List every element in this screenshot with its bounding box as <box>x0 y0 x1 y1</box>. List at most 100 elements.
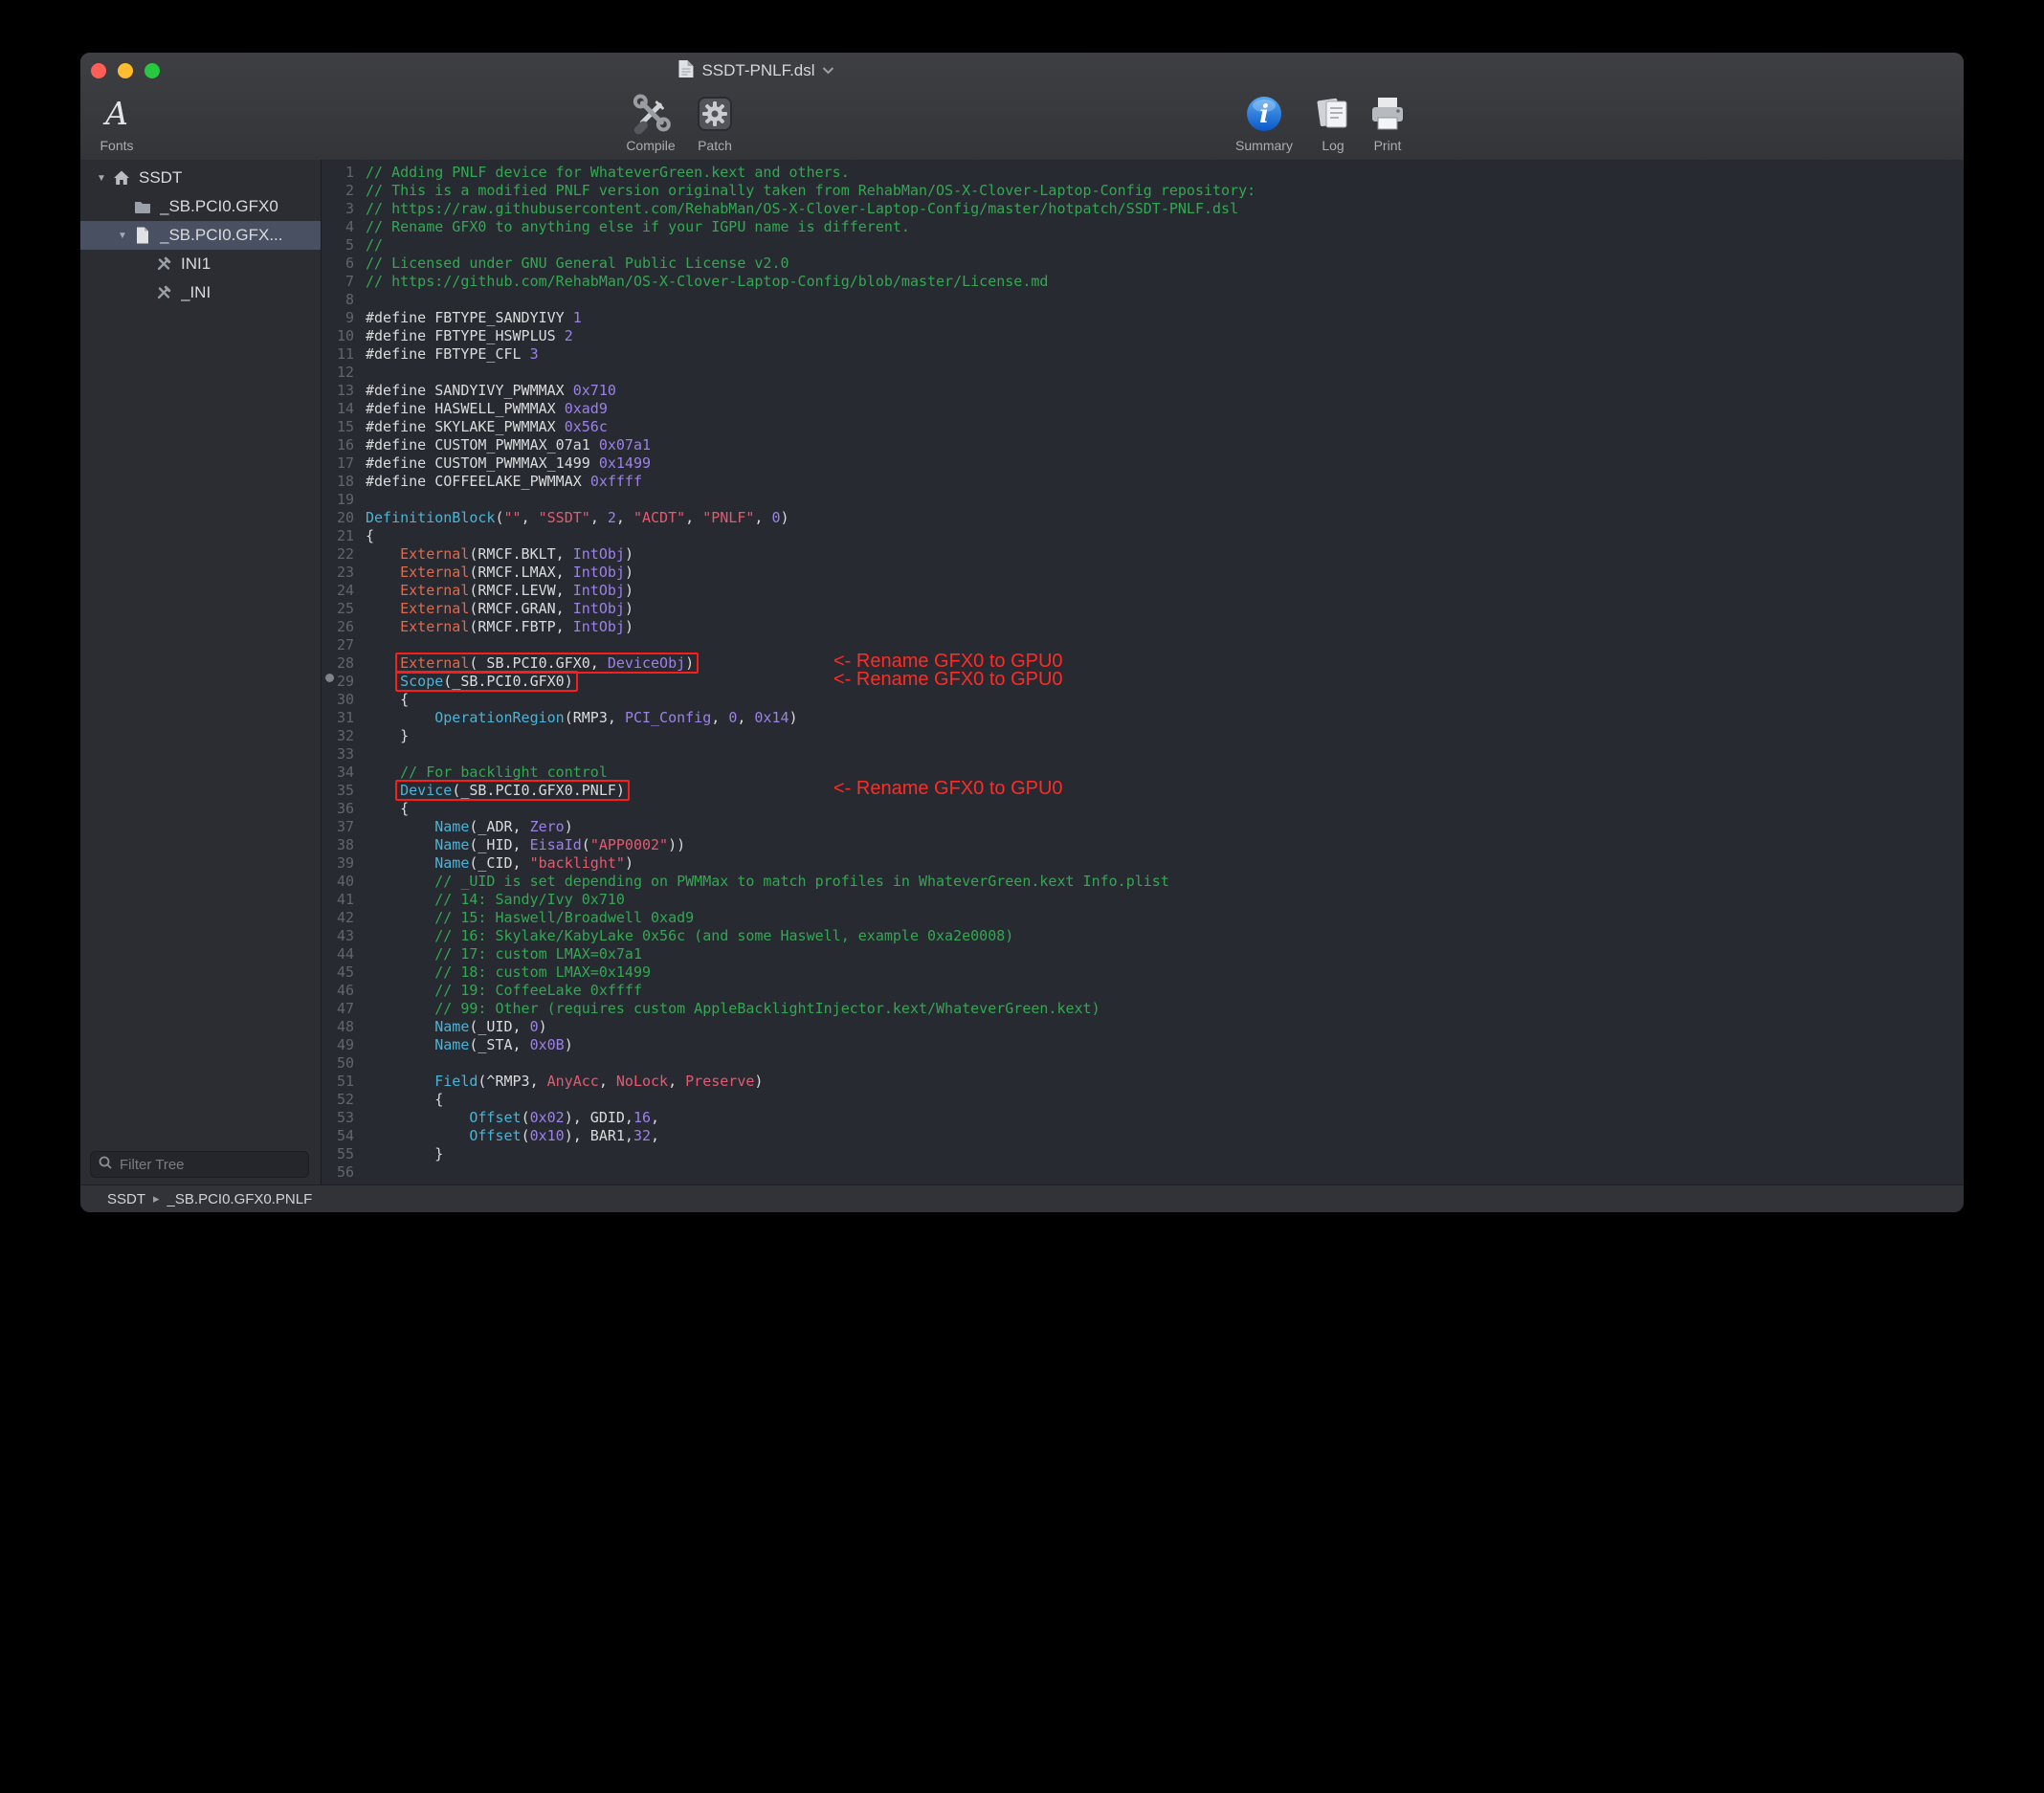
code-token: (RMCF.FBTP, <box>469 618 572 635</box>
sidebar-item-ssdt[interactable]: ▼SSDT <box>80 164 321 192</box>
code-line-47[interactable]: 47 // 99: Other (requires custom AppleBa… <box>322 1000 1964 1018</box>
code-line-55[interactable]: 55 } <box>322 1145 1964 1163</box>
code-text: // 14: Sandy/Ivy 0x710 <box>366 891 625 908</box>
line-number: 53 <box>322 1109 354 1127</box>
sidebar-item-label: _SB.PCI0.GFX... <box>160 226 283 245</box>
code-line-54[interactable]: 54 Offset(0x10), BAR1,32, <box>322 1127 1964 1145</box>
code-line-6[interactable]: 6// Licensed under GNU General Public Li… <box>322 255 1964 273</box>
code-line-46[interactable]: 46 // 19: CoffeeLake 0xffff <box>322 982 1964 1000</box>
code-line-48[interactable]: 48 Name(_UID, 0) <box>322 1018 1964 1036</box>
summary-button[interactable]: i Summary <box>1235 91 1293 153</box>
code-line-45[interactable]: 45 // 18: custom LMAX=0x1499 <box>322 963 1964 982</box>
code-line-32[interactable]: 32 } <box>322 727 1964 745</box>
code-line-50[interactable]: 50 <box>322 1054 1964 1073</box>
code-token: // 99: Other (requires custom AppleBackl… <box>366 1000 1100 1017</box>
print-button[interactable]: Print <box>1366 91 1409 153</box>
code-token: 0xffff <box>590 473 642 490</box>
code-token: ) <box>781 509 789 526</box>
filter-input[interactable] <box>118 1156 300 1174</box>
sidebar-item-sb-pci0-gfx0[interactable]: _SB.PCI0.GFX0 <box>80 192 321 221</box>
code-line-23[interactable]: 23 External(RMCF.LMAX, IntObj) <box>322 564 1964 582</box>
filter-field[interactable] <box>90 1151 309 1178</box>
code-line-25[interactable]: 25 External(RMCF.GRAN, IntObj) <box>322 600 1964 618</box>
patch-button[interactable]: Patch <box>694 91 736 153</box>
code-text: Name(_HID, EisaId("APP0002")) <box>366 836 685 853</box>
code-line-20[interactable]: 20DefinitionBlock("", "SSDT", 2, "ACDT",… <box>322 509 1964 527</box>
line-number: 46 <box>322 982 354 1000</box>
code-line-43[interactable]: 43 // 16: Skylake/KabyLake 0x56c (and so… <box>322 927 1964 945</box>
folder-icon <box>132 197 153 216</box>
code-line-37[interactable]: 37 Name(_ADR, Zero) <box>322 818 1964 836</box>
code-token: (_ADR, <box>469 818 529 835</box>
code-line-29[interactable]: 29 Scope(_SB.PCI0.GFX0)<- Rename GFX0 to… <box>322 673 1964 691</box>
code-line-39[interactable]: 39 Name(_CID, "backlight") <box>322 854 1964 873</box>
code-line-53[interactable]: 53 Offset(0x02), GDID,16, <box>322 1109 1964 1127</box>
minimize-button[interactable] <box>118 63 133 78</box>
code-line-9[interactable]: 9#define FBTYPE_SANDYIVY 1 <box>322 309 1964 327</box>
code-line-36[interactable]: 36 { <box>322 800 1964 818</box>
code-line-4[interactable]: 4// Rename GFX0 to anything else if your… <box>322 218 1964 236</box>
code-line-14[interactable]: 14#define HASWELL_PWMMAX 0xad9 <box>322 400 1964 418</box>
breadcrumb-leaf[interactable]: _SB.PCI0.GFX0.PNLF <box>167 1191 313 1207</box>
code-text: { <box>366 527 374 544</box>
code-line-2[interactable]: 2// This is a modified PNLF version orig… <box>322 182 1964 200</box>
code-line-21[interactable]: 21{ <box>322 527 1964 545</box>
code-token: Zero <box>530 818 565 835</box>
code-line-11[interactable]: 11#define FBTYPE_CFL 3 <box>322 345 1964 364</box>
code-line-40[interactable]: 40 // _UID is set depending on PWMMax to… <box>322 873 1964 891</box>
code-line-13[interactable]: 13#define SANDYIVY_PWMMAX 0x710 <box>322 382 1964 400</box>
code-text: External(RMCF.LEVW, IntObj) <box>366 582 633 599</box>
line-number: 37 <box>322 818 354 836</box>
code-line-19[interactable]: 19 <box>322 491 1964 509</box>
code-line-51[interactable]: 51 Field(^RMP3, AnyAcc, NoLock, Preserve… <box>322 1073 1964 1091</box>
sidebar-item-ini[interactable]: _INI <box>80 278 321 307</box>
code-line-5[interactable]: 5// <box>322 236 1964 255</box>
code-line-8[interactable]: 8 <box>322 291 1964 309</box>
sidebar-item-ini1[interactable]: INI1 <box>80 250 321 278</box>
code-token: #define FBTYPE_CFL <box>366 345 530 363</box>
code-line-44[interactable]: 44 // 17: custom LMAX=0x7a1 <box>322 945 1964 963</box>
code-token: , <box>651 1109 659 1126</box>
toolbar: A Fonts Compi <box>80 89 1964 160</box>
code-line-24[interactable]: 24 External(RMCF.LEVW, IntObj) <box>322 582 1964 600</box>
code-text: #define FBTYPE_SANDYIVY 1 <box>366 309 582 326</box>
line-number: 34 <box>322 764 354 782</box>
code-line-30[interactable]: 30 { <box>322 691 1964 709</box>
line-number: 27 <box>322 636 354 654</box>
disclosure-triangle-icon[interactable]: ▼ <box>113 231 132 241</box>
close-button[interactable] <box>91 63 106 78</box>
chevron-down-icon[interactable] <box>823 62 834 79</box>
fonts-button[interactable]: A Fonts <box>100 91 133 153</box>
sidebar-item-sb-pci0-gfx[interactable]: ▼ _SB.PCI0.GFX... <box>80 221 321 250</box>
code-line-18[interactable]: 18#define COFFEELAKE_PWMMAX 0xffff <box>322 473 1964 491</box>
code-line-35[interactable]: 35 Device(_SB.PCI0.GFX0.PNLF)<- Rename G… <box>322 782 1964 800</box>
code-line-52[interactable]: 52 { <box>322 1091 1964 1109</box>
code-line-16[interactable]: 16#define CUSTOM_PWMMAX_07a1 0x07a1 <box>322 436 1964 454</box>
code-line-10[interactable]: 10#define FBTYPE_HSWPLUS 2 <box>322 327 1964 345</box>
code-line-7[interactable]: 7// https://github.com/RehabMan/OS-X-Clo… <box>322 273 1964 291</box>
code-line-38[interactable]: 38 Name(_HID, EisaId("APP0002")) <box>322 836 1964 854</box>
breadcrumb-root[interactable]: SSDT <box>107 1191 145 1207</box>
code-line-22[interactable]: 22 External(RMCF.BKLT, IntObj) <box>322 545 1964 564</box>
patch-gear-icon <box>694 91 736 137</box>
code-line-17[interactable]: 17#define CUSTOM_PWMMAX_1499 0x1499 <box>322 454 1964 473</box>
code-editor[interactable]: 1// Adding PNLF device for WhateverGreen… <box>322 160 1964 1185</box>
code-line-12[interactable]: 12 <box>322 364 1964 382</box>
code-line-1[interactable]: 1// Adding PNLF device for WhateverGreen… <box>322 164 1964 182</box>
code-line-49[interactable]: 49 Name(_STA, 0x0B) <box>322 1036 1964 1054</box>
code-line-31[interactable]: 31 OperationRegion(RMP3, PCI_Config, 0, … <box>322 709 1964 727</box>
disclosure-triangle-icon[interactable]: ▼ <box>92 173 111 184</box>
code-token: , <box>651 1127 659 1144</box>
compile-button[interactable]: Compile <box>626 91 675 153</box>
document-proxy-icon[interactable] <box>678 59 694 83</box>
method-icon <box>153 255 174 274</box>
code-line-56[interactable]: 56 <box>322 1163 1964 1182</box>
code-line-33[interactable]: 33 <box>322 745 1964 764</box>
log-button[interactable]: Log <box>1312 91 1354 153</box>
code-line-26[interactable]: 26 External(RMCF.FBTP, IntObj) <box>322 618 1964 636</box>
code-line-42[interactable]: 42 // 15: Haswell/Broadwell 0xad9 <box>322 909 1964 927</box>
zoom-button[interactable] <box>144 63 160 78</box>
code-line-15[interactable]: 15#define SKYLAKE_PWMMAX 0x56c <box>322 418 1964 436</box>
code-line-3[interactable]: 3// https://raw.githubusercontent.com/Re… <box>322 200 1964 218</box>
code-line-41[interactable]: 41 // 14: Sandy/Ivy 0x710 <box>322 891 1964 909</box>
